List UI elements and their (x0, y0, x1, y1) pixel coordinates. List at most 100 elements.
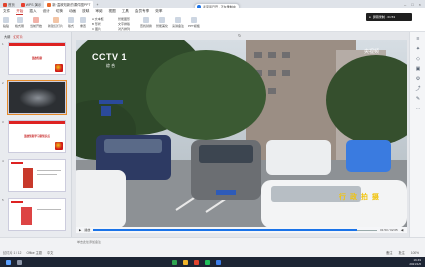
video-frame[interactable]: CCTV 1 综 合 央视频 行 政 拍 摄 (76, 40, 407, 228)
more-icon[interactable]: ⋯ (415, 106, 421, 112)
decoration-icon (55, 64, 63, 72)
tab-label: WPS 演示 (25, 3, 42, 7)
play-icon[interactable]: ▶ (79, 228, 81, 232)
start-from-current-button[interactable]: 当前开始 (30, 17, 42, 28)
menu-insert[interactable]: 插入 (29, 9, 36, 14)
reset-button[interactable]: 重置 (80, 17, 86, 28)
play-icon (33, 17, 39, 23)
menu-tools[interactable]: 工具 (122, 9, 129, 14)
paste-button[interactable]: 粘贴 (3, 17, 9, 28)
wps-icon[interactable] (194, 259, 199, 265)
menu-transition[interactable]: 切换 (56, 9, 63, 14)
menu-design[interactable]: 设计 (43, 9, 50, 14)
text-line (37, 174, 57, 175)
system-tray[interactable]: 16:49 2021/1/6 (409, 258, 425, 266)
find-icon (143, 17, 149, 23)
new-slide-icon (52, 17, 59, 23)
minimize-icon[interactable]: – (404, 2, 406, 7)
ppt-template-button[interactable]: PPT模板 (188, 17, 200, 28)
clock-date: 2021/1/6 (409, 262, 421, 266)
menu-home[interactable]: 开始 (16, 9, 24, 15)
settings-icon[interactable]: ⚙ (415, 76, 421, 82)
text-line (37, 209, 61, 210)
slide-canvas[interactable]: ↻ CCTV 1 综 合 央视频 行 政 拍 摄 ▶ 播放 01:53 / 02… (72, 32, 409, 237)
slide-number: 1 (2, 42, 4, 46)
menu-efficiency[interactable]: 效率 (155, 9, 162, 14)
slide-number: 2 (2, 81, 4, 85)
ribbon-toolbar: 粘贴 格式刷 当前开始 新建幻灯片 版式 重置 A 文本框 B 形状 C 图片 … (0, 15, 425, 32)
template-icon (190, 17, 197, 23)
new-slide-button[interactable]: 新建幻灯片 (48, 17, 63, 28)
slide-thumbnail-1[interactable]: 温故知新 (8, 42, 66, 75)
image-placeholder (23, 168, 33, 188)
layout-button[interactable]: 版式 (68, 17, 74, 28)
camera-icon: ● (369, 15, 371, 19)
recorder-icon[interactable] (216, 259, 221, 265)
slide-thumbnail-3[interactable]: 温故知新学习新知识点 (8, 120, 66, 153)
menu-animation[interactable]: 动画 (69, 9, 76, 14)
tab-slides[interactable]: 幻灯片 (13, 34, 23, 39)
watermark-text: 央视频 (364, 49, 380, 55)
format-painter-button[interactable]: 格式刷 (15, 17, 24, 28)
menu-review[interactable]: 审阅 (95, 9, 102, 14)
comments-toggle[interactable]: 批注 (398, 250, 404, 255)
shape-tool[interactable]: B 形状 (92, 22, 101, 26)
menu-member[interactable]: 会员专享 (135, 9, 149, 14)
comment-icon[interactable]: ✎ (415, 96, 421, 102)
window-controls: – □ × (404, 2, 425, 7)
share-icon[interactable]: ⤴ (415, 86, 421, 92)
tab-wps[interactable]: WPS 演示 (18, 1, 44, 8)
volume-icon[interactable]: ◀) (401, 228, 404, 232)
menu-file[interactable]: 文件 (3, 9, 10, 14)
slide-number: 5 (2, 198, 4, 202)
notes-placeholder[interactable]: 单击此处添加备注 (77, 240, 101, 244)
zoom-level[interactable]: 100% (411, 251, 419, 255)
maximize-icon[interactable]: □ (411, 2, 413, 7)
shape-icon[interactable]: ◇ (415, 56, 421, 62)
slide-number: 4 (2, 159, 4, 163)
animation-icon[interactable]: ✦ (415, 46, 421, 52)
picture-icon[interactable]: ▣ (415, 66, 421, 72)
new-tab-button[interactable]: + (93, 1, 101, 8)
chat-icon[interactable] (205, 259, 210, 265)
tab-home[interactable]: 首页 (0, 1, 18, 8)
smart-beautify-button[interactable]: 智能美化 (156, 17, 168, 28)
progress-fill (93, 229, 358, 231)
button-label: 粘贴 (3, 24, 10, 28)
close-icon[interactable]: × (419, 2, 421, 7)
video-progress-bar[interactable] (93, 229, 378, 231)
button-label: 当前开始 (30, 24, 43, 28)
find-replace-button[interactable]: 查找替换 (140, 17, 152, 28)
slide-thumbnail-4[interactable] (8, 159, 66, 192)
speaker-notes-button[interactable]: 演讲备注 (172, 17, 184, 28)
text-layout-tool[interactable]: 文字排版 (118, 22, 130, 26)
play-label[interactable]: 播放 (84, 228, 90, 232)
align-tool[interactable]: 对齐排列 (118, 27, 130, 31)
right-sidebar: ≡ ✦ ◇ ▣ ⚙ ⤴ ✎ ⋯ (409, 32, 425, 237)
slide-title: 温故知新学习新知识点 (24, 135, 50, 138)
start-icon[interactable] (6, 259, 11, 265)
tab-outline[interactable]: 大纲 (4, 34, 10, 39)
notes-toggle[interactable]: 备注 (386, 250, 392, 255)
format-icon[interactable]: ≡ (415, 36, 421, 42)
recording-toast[interactable]: ● 屏幕录制 · 01:53 (366, 13, 412, 21)
picture-tool[interactable]: C 图片 (92, 27, 101, 31)
slide-thumbnail-2[interactable] (7, 80, 67, 115)
toast-text: 屏幕录制 · 01:53 (372, 15, 395, 19)
button-label: 新建幻灯片 (48, 24, 64, 28)
slide-thumbnail-5[interactable] (8, 198, 66, 231)
folder-icon[interactable] (183, 259, 188, 265)
textbox-tool[interactable]: A 文本框 (92, 17, 104, 21)
search-icon[interactable] (17, 259, 22, 265)
tab-document[interactable]: 新·温故知新的课件图PPT (44, 1, 94, 8)
ppt-file-icon (47, 2, 52, 7)
browser-icon[interactable] (172, 259, 177, 265)
smartart-tool[interactable]: 智能图形 (118, 17, 130, 21)
video-controls: ▶ 播放 01:53 / 02:05 ◀) (76, 227, 407, 233)
menu-slideshow[interactable]: 放映 (82, 9, 89, 14)
menu-bar: 文件 开始 插入 设计 切换 动画 放映 审阅 视图 工具 会员专享 效率 (0, 8, 425, 15)
slide-panel-tabs: 大纲 幻灯片 (0, 32, 71, 40)
rotate-handle-icon[interactable]: ↻ (238, 33, 241, 38)
brush-icon (16, 17, 23, 23)
menu-view[interactable]: 视图 (109, 9, 116, 14)
